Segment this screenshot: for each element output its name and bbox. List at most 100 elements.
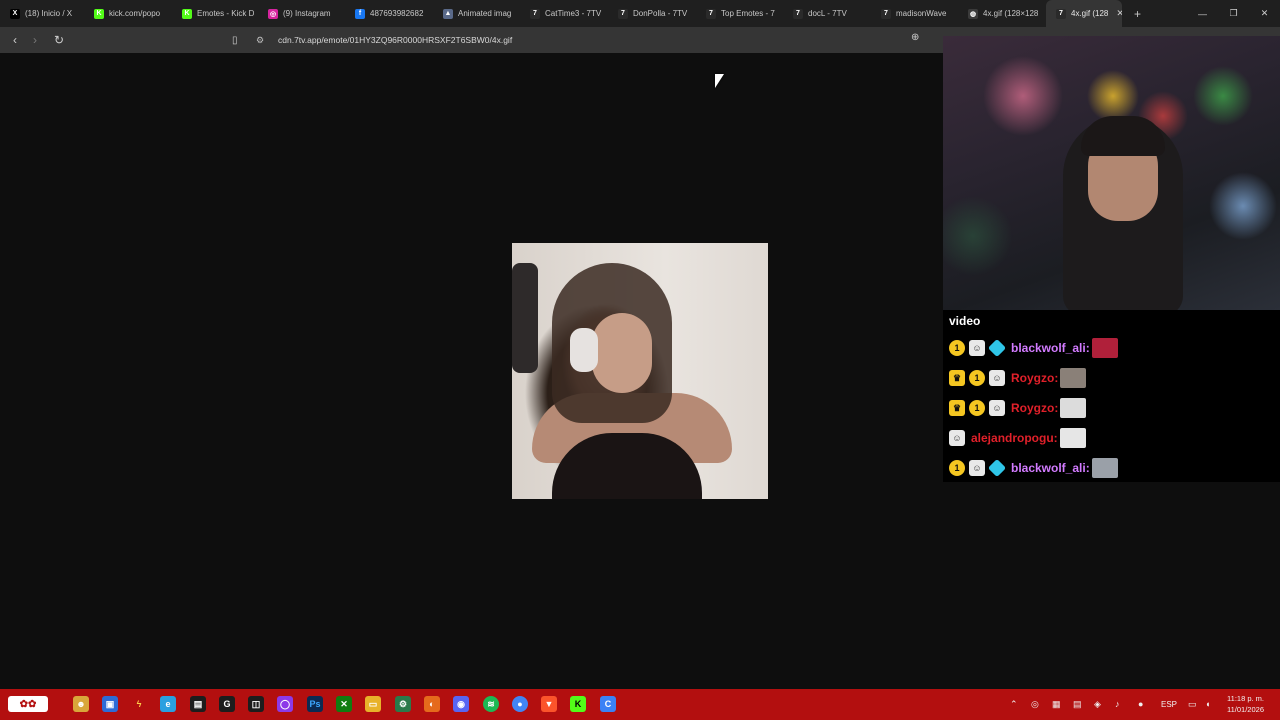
window-controls: — ❐ ✕ <box>1187 0 1280 27</box>
chat-username: Roygzo: <box>1011 401 1059 415</box>
plush-toy <box>512 263 538 373</box>
tab-label: 487693982682 <box>370 9 424 18</box>
chat-emote <box>1059 428 1086 448</box>
tab-label: 4x.gif (128×128 <box>983 9 1039 18</box>
cat-badge-icon: ☺ <box>969 340 985 356</box>
clock-date: 11/01/2026 <box>1227 705 1264 714</box>
chat-username: alejandropogu: <box>971 431 1058 445</box>
clock[interactable]: 11:18 p. m. 11/01/2026 <box>1227 693 1264 715</box>
tab-label: CatTime3 - 7TV <box>545 9 602 18</box>
browser-tab[interactable]: ◎ (9) Instagram <box>258 0 345 27</box>
firefox-icon[interactable]: ◐ <box>424 696 440 712</box>
7tv-icon: 7 <box>706 8 716 19</box>
tab-label: docL - 7TV <box>808 9 847 18</box>
chat-emote <box>1091 458 1118 478</box>
browser-tab[interactable]: 7 docL - 7TV <box>783 0 871 27</box>
browser-tab[interactable]: 7 CatTime3 - 7TV <box>520 0 608 27</box>
spotify-icon[interactable]: ≋ <box>483 696 499 712</box>
language-indicator[interactable]: ESP <box>1161 696 1177 712</box>
site-info-icon[interactable]: ⚙ <box>256 35 274 46</box>
app-icon-2[interactable]: ▣ <box>102 696 118 712</box>
globe-icon: ◍ <box>968 8 978 19</box>
kick-icon: K <box>182 8 192 19</box>
bookmark-icon[interactable]: ▯ <box>232 35 250 46</box>
url-text[interactable]: cdn.7tv.app/emote/01HY3ZQ96R0000HRSXF2T6… <box>278 35 512 45</box>
kick-app-icon[interactable]: K <box>570 696 586 712</box>
app-icon-4[interactable]: G <box>219 696 235 712</box>
7tv-icon: 7 <box>618 8 628 19</box>
speaker-icon[interactable]: ◖ <box>1205 696 1210 712</box>
chat-username: Roygzo: <box>1011 371 1059 385</box>
network-icon[interactable]: ▭ <box>1188 696 1197 712</box>
tray-icon-1[interactable]: ◎ <box>1031 696 1039 712</box>
browser-tab[interactable]: 7 Top Emotes - 7 <box>696 0 783 27</box>
obs-icon[interactable]: ◯ <box>277 696 293 712</box>
app-icon-3[interactable]: ▤ <box>190 696 206 712</box>
browser-tab[interactable]: Kkick.com/popo <box>84 0 172 27</box>
chat-message: 1 ☺ blackwolf_ali: <box>949 337 1118 359</box>
close-tab-icon[interactable]: ✕ <box>1116 8 1122 19</box>
browser-tab[interactable]: 7 4x.gif (128 ✕ <box>1046 0 1122 27</box>
steam-icon[interactable]: ◈ <box>1094 696 1101 712</box>
address-bar[interactable]: ▯ ⚙ cdn.7tv.app/emote/01HY3ZQ96R0000HRSX… <box>232 29 942 51</box>
reload-icon[interactable]: ↻ <box>49 30 69 50</box>
brave-icon[interactable]: ▼ <box>541 696 557 712</box>
browser-tab[interactable]: X (18) Inicio / X <box>0 0 84 27</box>
tab-label: Animated imag <box>458 9 512 18</box>
chat-title: video <box>949 314 981 328</box>
app-icon-1[interactable]: ☻ <box>73 696 89 712</box>
tray-chevron-icon[interactable]: ⌃ <box>1010 696 1018 712</box>
app-icon-6[interactable]: ⚙ <box>395 696 411 712</box>
xbox-icon[interactable]: ✕ <box>336 696 352 712</box>
browser-tab[interactable]: ▲ Animated imag <box>433 0 520 27</box>
chat-emote <box>1060 368 1087 388</box>
bolt-icon[interactable]: ϟ <box>131 696 147 712</box>
mic-icon[interactable]: ● <box>1138 696 1143 712</box>
taskbar: ✿✿ ☻ ▣ ϟ e ▤ G ◫ ◯ Ps ✕ ▭ ⚙ ◐ ◉ ≋ ● ▼ K … <box>0 689 1280 720</box>
badge-one-icon: 1 <box>969 400 985 416</box>
discord-icon[interactable]: ◉ <box>453 696 469 712</box>
browser-tab[interactable]: ◍ 4x.gif (128×128 <box>958 0 1046 27</box>
restore-icon[interactable]: ❐ <box>1218 0 1249 27</box>
chat-username: blackwolf_ali: <box>1011 341 1090 355</box>
back-icon[interactable]: ‹ <box>5 30 25 50</box>
streamer-hair <box>1081 116 1165 156</box>
gif-image[interactable] <box>512 243 768 499</box>
cat-badge-icon: ☺ <box>989 400 1005 416</box>
chat-overlay: video 1 ☺ blackwolf_ali: ♛ 1 ☺ Roygzo: ♛ 1 ☺ Roygz… <box>943 310 1280 482</box>
zoom-icon[interactable]: ⊕ <box>911 32 919 43</box>
photoshop-icon[interactable]: Ps <box>307 696 323 712</box>
crown-badge-icon: ♛ <box>949 370 965 386</box>
browser-tab[interactable]: 7 DonPolla - 7TV <box>608 0 696 27</box>
tray-icon-3[interactable]: ▤ <box>1073 696 1082 712</box>
cat-badge-icon: ☺ <box>969 460 985 476</box>
browser-tab[interactable]: 7 madisonWave <box>871 0 958 27</box>
tab-label: Emotes - Kick D <box>197 9 255 18</box>
chat-emote <box>1060 398 1087 418</box>
tab-label: 4x.gif (128 <box>1071 9 1109 18</box>
start-character-icon[interactable]: ✿✿ <box>8 696 48 712</box>
edge-icon[interactable]: e <box>160 696 176 712</box>
app-icon-7[interactable]: C <box>600 696 616 712</box>
minimize-icon[interactable]: — <box>1187 0 1218 27</box>
folder-icon[interactable]: ▭ <box>365 696 381 712</box>
gem-badge-icon <box>987 338 1007 358</box>
chat-username: blackwolf_ali: <box>1011 461 1090 475</box>
chrome-icon[interactable]: ● <box>512 696 528 712</box>
close-window-icon[interactable]: ✕ <box>1249 0 1280 27</box>
gem-badge-icon <box>987 458 1007 478</box>
browser-tab[interactable]: K Emotes - Kick D <box>172 0 258 27</box>
app-icon: ▲ <box>443 8 453 19</box>
tray-icon-2[interactable]: ▦ <box>1052 696 1061 712</box>
badge-one-icon: 1 <box>949 340 965 356</box>
new-tab-button[interactable]: + <box>1134 7 1141 21</box>
chat-emote <box>1091 338 1118 358</box>
volume-icon[interactable]: ♪ <box>1115 696 1120 712</box>
browser-tab[interactable]: f 487693982682 <box>345 0 433 27</box>
tab-label: (9) Instagram <box>283 9 331 18</box>
forward-icon[interactable]: › <box>25 30 45 50</box>
facebook-icon: f <box>355 8 365 19</box>
tab-label: (18) Inicio / X <box>25 9 73 18</box>
app-icon-5[interactable]: ◫ <box>248 696 264 712</box>
kick-icon: K <box>94 8 104 19</box>
